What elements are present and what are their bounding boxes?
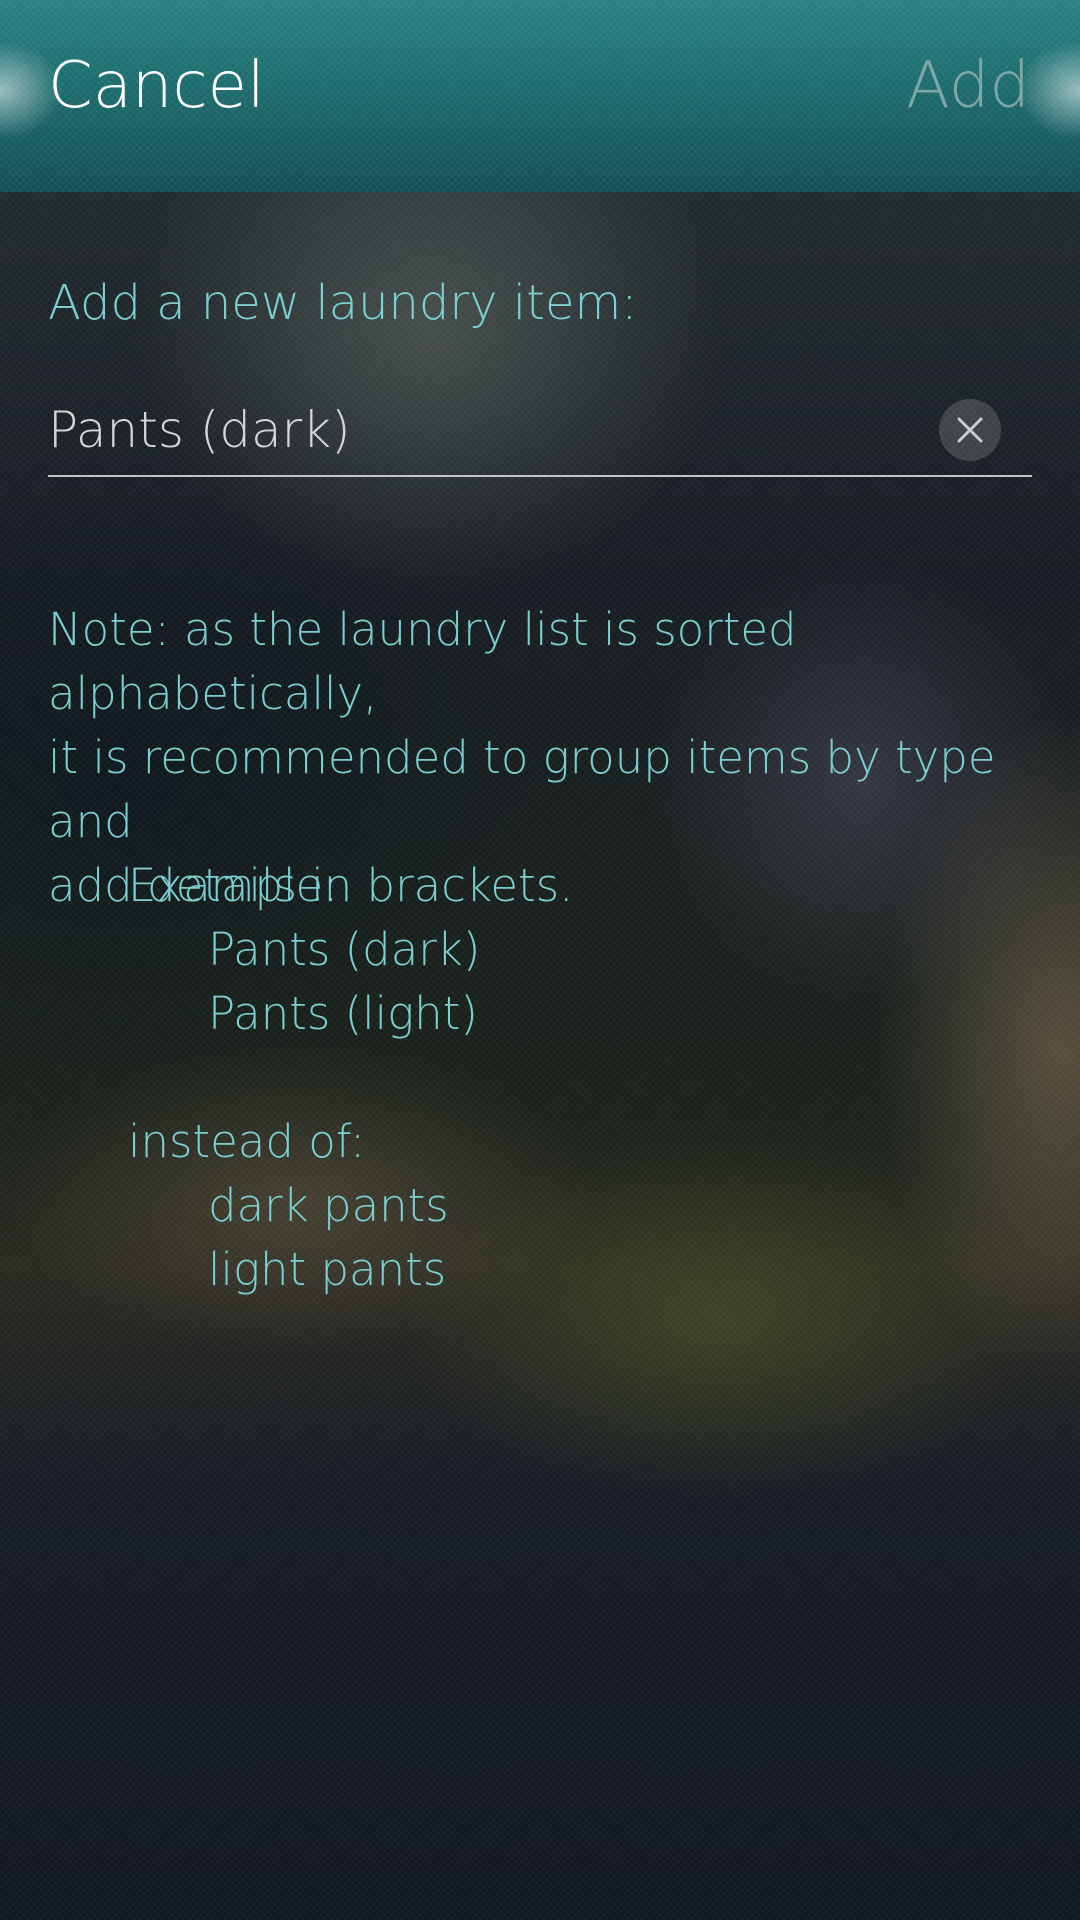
close-icon xyxy=(957,417,983,443)
cancel-button[interactable]: Cancel xyxy=(48,48,265,125)
example-block: Example: Pants (dark) Pants (light) inst… xyxy=(128,854,480,1302)
instead-heading: instead of: xyxy=(128,1115,366,1168)
counter-example-item: light pants xyxy=(208,1243,447,1296)
note-line: it is recommended to group items by type… xyxy=(48,731,996,848)
example-item: Pants (light) xyxy=(208,987,478,1040)
add-item-dialog: Cancel Add Add a new laundry item: Note:… xyxy=(0,0,1080,1920)
example-heading: Example: xyxy=(128,859,339,912)
clear-button[interactable] xyxy=(939,399,1001,461)
example-item: Pants (dark) xyxy=(208,923,481,976)
add-button[interactable]: Add xyxy=(906,48,1030,125)
counter-example-item: dark pants xyxy=(208,1179,449,1232)
field-underline xyxy=(48,475,1032,477)
prompt-label: Add a new laundry item: xyxy=(48,275,638,331)
item-name-input[interactable] xyxy=(48,395,928,465)
item-field xyxy=(48,395,1032,477)
note-line: Note: as the laundry list is sorted alph… xyxy=(48,603,797,720)
